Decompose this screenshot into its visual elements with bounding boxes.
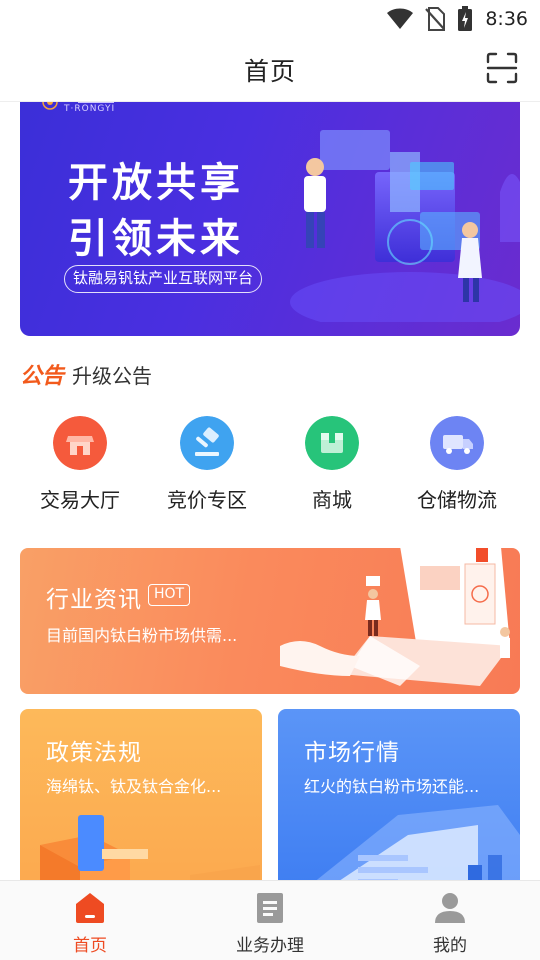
news-desc: 目前国内钛白粉市场供需... [46,626,238,645]
no-sim-icon [425,7,446,31]
banner-platform-pill: 钛融易钒钛产业互联网平台 [64,265,263,293]
document-icon [257,893,283,923]
news-title: 行业资讯 [46,587,142,613]
status-time: 8:36 [485,8,528,30]
user-icon [435,893,465,923]
truck-icon [430,416,484,470]
app-header: 首页 [0,38,540,102]
package-icon [305,416,359,470]
nav-home[interactable]: 首页 [0,881,180,960]
bottom-nav: 首页 业务办理 我的 [0,880,540,960]
banner-headline-2: 引领未来 [68,216,244,262]
quick-label-trading-hall: 交易大厅 [40,488,120,512]
quick-item-mall[interactable]: 商城 [267,414,397,514]
battery-icon [458,6,473,31]
nav-business[interactable]: 业务办理 [180,881,360,960]
banner-headline-1: 开放共享 [68,160,244,206]
nav-profile-label: 我的 [433,936,467,956]
policy-desc: 海绵钛、钛及钛合金化... [46,777,222,796]
nav-business-label: 业务办理 [236,936,304,956]
hot-badge: HOT [148,584,191,606]
quick-label-bidding: 竞价专区 [167,488,247,512]
promo-banner[interactable]: T·RONGYI 开放共享 引领未来 钛融易钒钛产业互联网平台 [20,102,520,336]
market-desc: 红火的钛白粉市场还能... [304,777,480,796]
banner-illustration [290,130,520,322]
quick-item-trading-hall[interactable]: 交易大厅 [15,414,145,514]
policy-card[interactable]: 政策法规 海绵钛、钛及钛合金化... [20,709,262,889]
nav-home-label: 首页 [73,936,107,956]
quick-item-logistics[interactable]: 仓储物流 [392,414,522,514]
status-bar: 8:36 [0,0,540,38]
industry-news-card[interactable]: 行业资讯 HOT 目前国内钛白粉市场供需... [20,548,520,694]
brand-logo-text: T·RONGYI [64,104,116,114]
quick-label-logistics: 仓储物流 [417,488,497,512]
nav-profile[interactable]: 我的 [360,881,540,960]
quick-label-mall: 商城 [312,488,352,512]
page-title: 首页 [243,57,296,86]
quick-menu: 交易大厅 竞价专区 商城 仓储物流 [0,414,540,514]
notice-text[interactable]: 升级公告 [72,360,152,389]
home-icon [76,893,104,923]
news-illustration [280,548,510,686]
gavel-icon [180,416,234,470]
status-icons: 8:36 [387,6,528,32]
store-icon [53,416,107,470]
wifi-icon [387,8,414,29]
policy-illustration [40,815,260,889]
policy-title: 政策法规 [46,740,142,766]
market-title: 市场行情 [304,740,400,766]
notice-bar[interactable]: 公告 升级公告 [20,356,152,392]
market-card[interactable]: 市场行情 红火的钛白粉市场还能... [278,709,520,889]
notice-tag: 公告 [20,364,65,389]
market-illustration [305,805,520,889]
quick-item-bidding[interactable]: 竞价专区 [142,414,272,514]
scan-icon[interactable] [486,52,518,84]
